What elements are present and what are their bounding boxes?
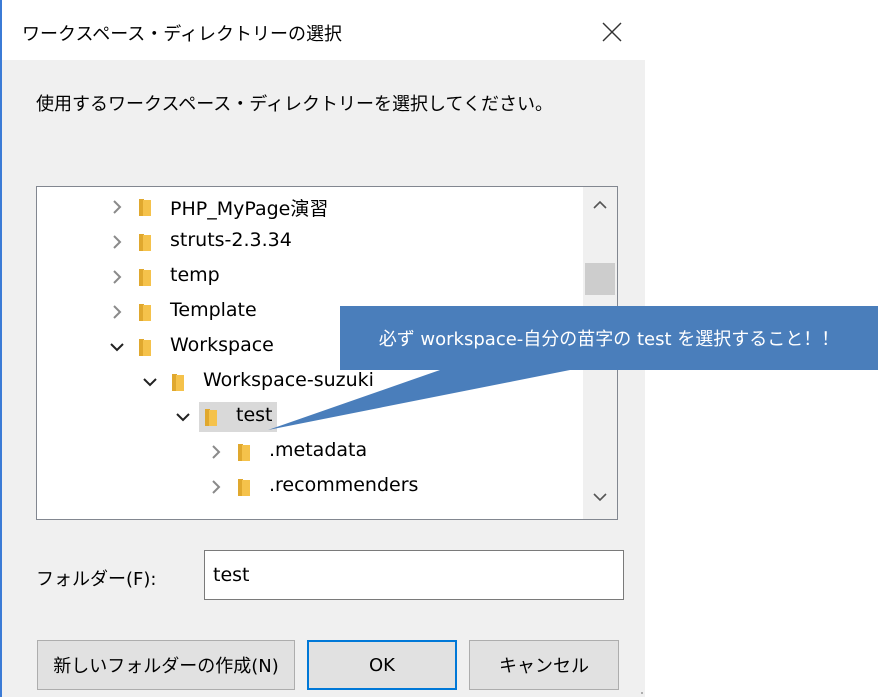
chevron-right-icon[interactable] (109, 234, 125, 250)
tree-item[interactable]: Workspace-suzuki (37, 365, 584, 399)
tree-item-label: struts-2.3.34 (170, 229, 292, 251)
dialog-title: ワークスペース・ディレクトリーの選択 (22, 24, 343, 45)
chevron-right-icon[interactable] (208, 479, 224, 495)
tree-item[interactable]: test (37, 400, 584, 434)
tree-item-label: .recommenders (269, 474, 419, 496)
folder-input[interactable] (204, 550, 624, 600)
scroll-thumb[interactable] (585, 263, 615, 295)
instruction-text: 使用するワークスペース・ディレクトリーを選択してください。 (36, 94, 553, 115)
folder-icon (238, 479, 250, 496)
tree-item-label: PHP_MyPage演習 (170, 198, 329, 220)
chevron-right-icon[interactable] (208, 444, 224, 460)
close-icon (602, 22, 622, 42)
tree-item[interactable]: temp (37, 260, 584, 294)
chevron-right-icon[interactable] (109, 304, 125, 320)
ok-button[interactable]: OK (307, 640, 457, 690)
folder-icon (139, 339, 151, 356)
folder-icon (238, 444, 250, 461)
scroll-down-icon[interactable] (592, 491, 608, 503)
folder-icon (205, 409, 217, 426)
resize-grip-icon[interactable] (632, 683, 644, 695)
folder-icon (139, 304, 151, 321)
tree-item[interactable]: .metadata (37, 435, 584, 469)
chevron-down-icon[interactable] (175, 409, 191, 425)
folder-icon (172, 374, 184, 391)
callout-text: 必ず workspace-自分の苗字の test を選択すること！！ (378, 329, 840, 350)
new-folder-button[interactable]: 新しいフォルダーの作成(N) (37, 640, 295, 690)
folder-label: フォルダー(F): (36, 569, 157, 590)
tree-item[interactable]: struts-2.3.34 (37, 225, 584, 259)
chevron-right-icon[interactable] (109, 269, 125, 285)
folder-icon (139, 269, 151, 286)
folder-icon (139, 234, 151, 251)
tree-item-label: Template (170, 299, 257, 321)
tree-item[interactable]: PHP_MyPage演習 (37, 190, 584, 224)
chevron-down-icon[interactable] (142, 374, 158, 390)
tree-item-label: .metadata (269, 439, 368, 461)
tree-item-label: test (236, 404, 273, 426)
tree-item-label: Workspace (170, 334, 274, 356)
tree-item[interactable]: .recommenders (37, 470, 584, 504)
close-button[interactable] (594, 14, 630, 50)
cancel-button[interactable]: キャンセル (469, 640, 619, 690)
chevron-down-icon[interactable] (109, 339, 125, 355)
folder-icon (139, 199, 151, 216)
title-bar: ワークスペース・ディレクトリーの選択 (2, 0, 645, 60)
chevron-right-icon[interactable] (109, 199, 125, 215)
tree-item-label: temp (170, 264, 220, 286)
tree-item-label: Workspace-suzuki (203, 369, 374, 391)
scroll-up-icon[interactable] (592, 199, 608, 211)
